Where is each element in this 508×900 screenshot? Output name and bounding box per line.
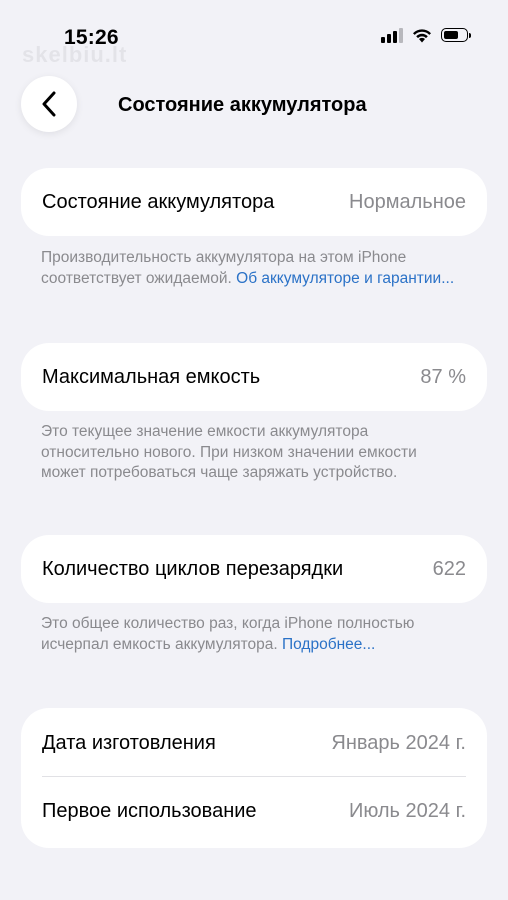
manufacture-date-label: Дата изготовления [42,731,216,754]
max-capacity-label: Максимальная емкость [42,365,261,388]
charge-cycles-row: Количество циклов перезарядки 622 [42,535,466,603]
max-capacity-footnote: Это текущее значение емкости аккумулятор… [41,423,417,481]
first-use-value: Июль 2024 г. [348,800,466,822]
battery-health-label: Состояние аккумулятора [42,190,275,213]
page-title: Состояние аккумулятора [118,94,367,116]
learn-more-link[interactable]: Подробнее... [282,636,375,653]
max-capacity-row: Максимальная емкость 87 % [42,343,466,411]
charge-cycles-footnote: Это общее количество раз, когда iPhone п… [41,614,461,655]
status-time: 15:26 [64,26,119,49]
first-use-row: Первое использование Июль 2024 г. [42,777,466,846]
navigation-bar: Состояние аккумулятора [0,76,508,134]
cellular-signal-icon [381,27,403,43]
max-capacity-value: 87 % [420,365,466,388]
charge-cycles-label: Количество циклов перезарядки [42,557,344,580]
dates-card: Дата изготовления Январь 2024 г. Первое … [21,708,487,848]
battery-health-card: Состояние аккумулятора Нормальное [21,168,487,236]
manufacture-date-row: Дата изготовления Январь 2024 г. [42,710,466,776]
battery-health-footnote: Производительность аккумулятора на этом … [41,248,461,289]
battery-warranty-link[interactable]: Об аккумуляторе и гарантии... [236,270,454,287]
first-use-label: Первое использование [42,800,257,822]
charge-cycles-value: 622 [432,557,466,580]
status-bar: skelbiu.lt 15:26 [0,0,508,70]
battery-icon [441,28,471,42]
status-icons [381,27,471,43]
wifi-icon [413,28,431,42]
chevron-left-icon [42,91,56,117]
battery-health-row: Состояние аккумулятора Нормальное [42,168,466,236]
charge-cycles-card: Количество циклов перезарядки 622 [21,535,487,603]
manufacture-date-value: Январь 2024 г. [331,731,466,754]
battery-health-value: Нормальное [349,190,466,213]
max-capacity-card: Максимальная емкость 87 % [21,343,487,411]
back-button[interactable] [21,76,77,132]
